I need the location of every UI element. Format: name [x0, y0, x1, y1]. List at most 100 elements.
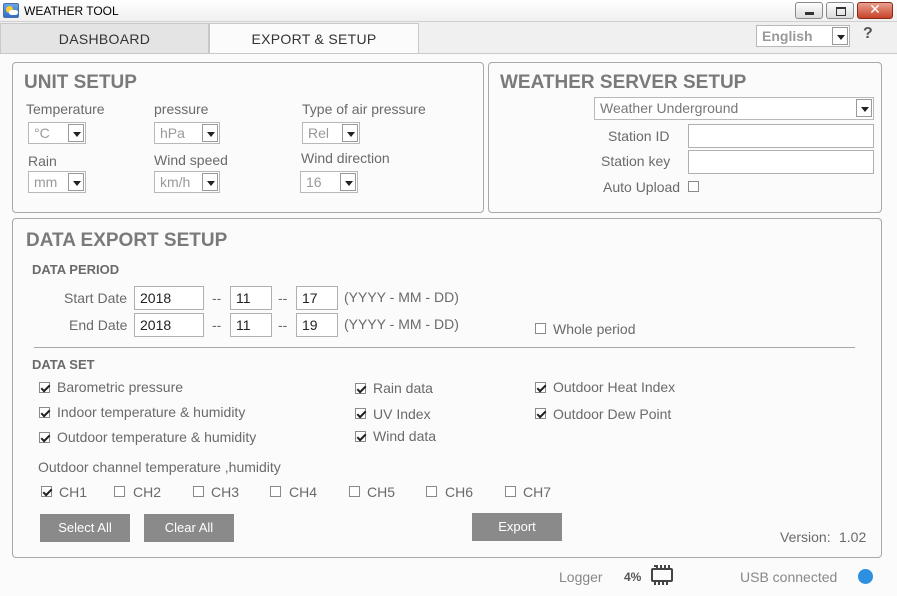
auto-upload-checkbox[interactable]	[688, 181, 699, 192]
chevron-down-icon[interactable]	[202, 173, 218, 191]
pressure-label: pressure	[154, 101, 209, 117]
chevron-down-icon[interactable]	[340, 173, 356, 191]
wind-speed-select[interactable]: km/h	[154, 171, 220, 193]
tab-export-setup[interactable]: EXPORT & SETUP	[209, 23, 419, 54]
wind-data-checkbox[interactable]	[355, 431, 366, 442]
ch5-checkbox[interactable]	[349, 486, 360, 497]
wind-direction-label: Wind direction	[301, 150, 390, 166]
date-separator: --	[212, 290, 222, 306]
uv-index-checkbox[interactable]	[355, 408, 366, 419]
air-pressure-type-select[interactable]: Rel	[302, 122, 360, 144]
end-day-input[interactable]: 19	[296, 313, 338, 337]
logger-value: 4%	[624, 570, 642, 584]
maximize-button[interactable]	[826, 2, 854, 19]
end-date-label: End Date	[69, 317, 128, 333]
chevron-down-icon[interactable]	[856, 99, 872, 117]
outdoor-heat-index-label: Outdoor Heat Index	[553, 379, 676, 395]
station-key-label: Station key	[601, 153, 671, 169]
usb-status-label: USB connected	[740, 569, 838, 585]
ch4-checkbox[interactable]	[270, 486, 281, 497]
pressure-select[interactable]: hPa	[154, 122, 220, 144]
ch3-checkbox[interactable]	[193, 486, 204, 497]
station-key-input[interactable]	[688, 150, 874, 174]
rain-data-checkbox[interactable]	[355, 383, 366, 394]
close-icon: ✕	[869, 2, 881, 18]
indoor-temp-humidity-label: Indoor temperature & humidity	[57, 404, 246, 420]
end-year-input[interactable]: 2018	[134, 313, 204, 337]
section-divider	[34, 347, 855, 348]
usb-status-indicator	[858, 569, 873, 584]
barometric-pressure-label: Barometric pressure	[57, 379, 184, 395]
ch1-label: CH1	[59, 484, 88, 500]
wind-speed-label: Wind speed	[154, 152, 228, 168]
chevron-down-icon[interactable]	[202, 124, 218, 142]
auto-upload-label: Auto Upload	[603, 179, 681, 195]
chevron-down-icon[interactable]	[832, 27, 848, 45]
weather-service-select[interactable]: Weather Underground	[594, 97, 874, 120]
data-set-title: DATA SET	[32, 357, 95, 372]
start-day-input[interactable]: 17	[296, 286, 338, 310]
clear-all-button[interactable]: Clear All	[144, 514, 234, 542]
wind-data-label: Wind data	[373, 428, 437, 444]
date-separator: --	[278, 317, 288, 333]
outdoor-dew-point-label: Outdoor Dew Point	[553, 406, 672, 422]
end-month-input[interactable]: 11	[230, 313, 272, 337]
date-format-hint: (YYYY - MM - DD)	[344, 289, 459, 305]
version-value: 1.02	[839, 529, 867, 545]
ch6-checkbox[interactable]	[426, 486, 437, 497]
weather-server-title: WEATHER SERVER SETUP	[500, 72, 747, 93]
rain-label: Rain	[28, 153, 57, 169]
outdoor-heat-index-checkbox[interactable]	[535, 382, 546, 393]
outdoor-temp-humidity-checkbox[interactable]	[39, 432, 50, 443]
ch3-label: CH3	[211, 484, 240, 500]
rain-select[interactable]: mm	[28, 171, 86, 193]
ch7-checkbox[interactable]	[505, 486, 516, 497]
ch6-label: CH6	[445, 484, 474, 500]
temperature-select[interactable]: °C	[28, 122, 86, 144]
tab-dashboard[interactable]: DASHBOARD	[0, 23, 209, 54]
unit-setup-title: UNIT SETUP	[24, 72, 137, 93]
ch1-checkbox[interactable]	[41, 486, 52, 497]
language-value: English	[762, 28, 813, 44]
minimize-button[interactable]	[795, 2, 823, 19]
chevron-down-icon[interactable]	[68, 173, 84, 191]
outdoor-temp-humidity-label: Outdoor temperature & humidity	[57, 429, 257, 445]
weather-app-icon	[3, 3, 19, 18]
export-button[interactable]: Export	[472, 513, 562, 541]
version-label: Version:	[780, 529, 831, 545]
start-date-label: Start Date	[64, 290, 128, 306]
station-id-label: Station ID	[608, 128, 670, 144]
station-id-input[interactable]	[688, 124, 874, 148]
uv-index-label: UV Index	[373, 406, 431, 422]
rain-data-label: Rain data	[373, 380, 433, 396]
date-format-hint: (YYYY - MM - DD)	[344, 316, 459, 332]
date-separator: --	[278, 290, 288, 306]
start-month-input[interactable]: 11	[230, 286, 272, 310]
start-year-input[interactable]: 2018	[134, 286, 204, 310]
data-export-title: DATA EXPORT SETUP	[26, 230, 228, 251]
outdoor-dew-point-checkbox[interactable]	[535, 408, 546, 419]
date-separator: --	[212, 317, 222, 333]
data-period-title: DATA PERIOD	[32, 262, 120, 277]
wind-direction-select[interactable]: 16	[300, 171, 358, 193]
whole-period-checkbox[interactable]	[535, 323, 546, 334]
indoor-temp-humidity-checkbox[interactable]	[39, 407, 50, 418]
window-title: WEATHER TOOL	[24, 4, 119, 18]
help-icon[interactable]: ?	[863, 25, 873, 43]
air-pressure-type-label: Type of air pressure	[302, 101, 426, 117]
barometric-pressure-checkbox[interactable]	[39, 382, 50, 393]
language-select[interactable]: English	[756, 25, 850, 47]
outdoor-channels-title: Outdoor channel temperature ,humidity	[38, 459, 281, 475]
whole-period-label: Whole period	[553, 321, 636, 337]
select-all-button[interactable]: Select All	[40, 514, 130, 542]
ch2-label: CH2	[133, 484, 162, 500]
close-button[interactable]: ✕	[857, 2, 893, 19]
ch2-checkbox[interactable]	[114, 486, 125, 497]
temperature-label: Temperature	[26, 101, 105, 117]
logger-label: Logger	[559, 569, 603, 585]
ch5-label: CH5	[367, 484, 396, 500]
chevron-down-icon[interactable]	[68, 124, 84, 142]
memory-chip-icon	[651, 565, 673, 585]
ch4-label: CH4	[289, 484, 318, 500]
chevron-down-icon[interactable]	[342, 124, 358, 142]
